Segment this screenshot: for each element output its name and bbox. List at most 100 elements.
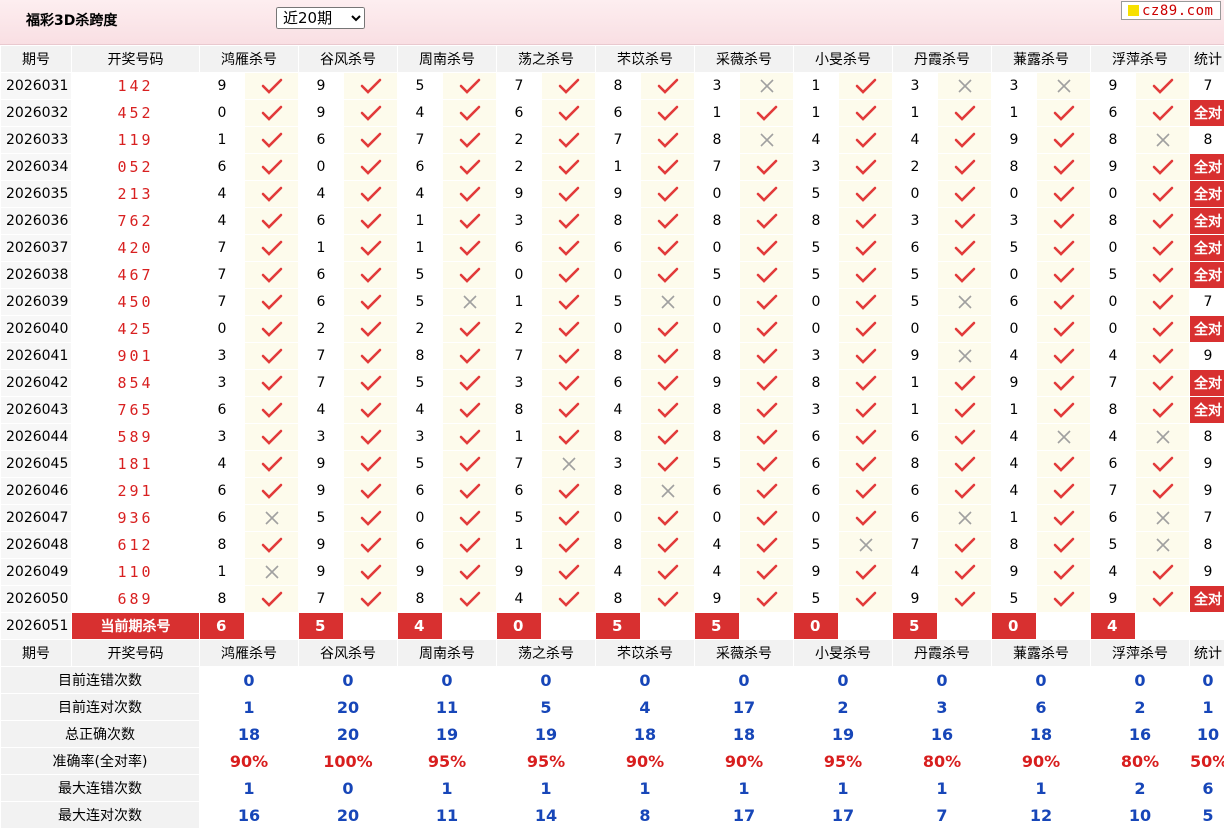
result-mark bbox=[245, 154, 298, 180]
check-icon bbox=[855, 186, 876, 202]
current-blank bbox=[938, 613, 991, 639]
kill-number: 9 bbox=[1091, 154, 1135, 180]
stat-cell: 9 bbox=[1190, 343, 1224, 369]
kill-number: 3 bbox=[398, 424, 442, 450]
result-mark bbox=[344, 451, 397, 477]
check-icon bbox=[1152, 456, 1173, 472]
stat-cell: 8 bbox=[1190, 424, 1224, 450]
check-icon bbox=[855, 591, 876, 607]
result-mark bbox=[1037, 100, 1090, 126]
cross-icon bbox=[561, 457, 576, 471]
kill-number: 4 bbox=[893, 127, 937, 153]
summary-value: 6 bbox=[992, 694, 1090, 720]
check-icon bbox=[756, 105, 777, 121]
kill-number: 7 bbox=[893, 532, 937, 558]
check-icon bbox=[855, 105, 876, 121]
kill-number: 9 bbox=[992, 127, 1036, 153]
check-icon bbox=[558, 537, 579, 553]
summary-value: 10 bbox=[1091, 802, 1189, 828]
summary-value: 20 bbox=[299, 802, 397, 828]
result-mark bbox=[938, 208, 991, 234]
kill-number: 8 bbox=[695, 208, 739, 234]
summary-value: 0 bbox=[1091, 667, 1189, 693]
result-mark bbox=[443, 73, 496, 99]
check-icon bbox=[261, 402, 282, 418]
kill-number: 6 bbox=[893, 505, 937, 531]
kill-number: 6 bbox=[596, 235, 640, 261]
column-header: 浮萍杀号 bbox=[1091, 46, 1189, 72]
kill-number: 3 bbox=[200, 343, 244, 369]
column-header: 丹霞杀号 bbox=[893, 640, 991, 666]
kill-number: 0 bbox=[794, 289, 838, 315]
check-icon bbox=[360, 267, 381, 283]
result-mark bbox=[1037, 478, 1090, 504]
check-icon bbox=[558, 240, 579, 256]
kill-number: 2 bbox=[497, 127, 541, 153]
result-mark bbox=[245, 127, 298, 153]
kill-number: 4 bbox=[992, 343, 1036, 369]
column-header: 期号 bbox=[1, 640, 71, 666]
result-mark bbox=[443, 316, 496, 342]
period-select[interactable]: 近20期 bbox=[276, 7, 365, 29]
check-icon bbox=[1053, 267, 1074, 283]
result-mark bbox=[344, 289, 397, 315]
check-icon bbox=[360, 186, 381, 202]
result-mark bbox=[839, 451, 892, 477]
check-icon bbox=[360, 510, 381, 526]
kill-number: 4 bbox=[299, 181, 343, 207]
check-icon bbox=[657, 537, 678, 553]
current-blank bbox=[245, 613, 298, 639]
check-icon bbox=[1053, 132, 1074, 148]
summary-label: 最大连对次数 bbox=[1, 802, 199, 828]
kill-number: 4 bbox=[200, 208, 244, 234]
kill-number: 0 bbox=[200, 316, 244, 342]
check-icon bbox=[756, 375, 777, 391]
table-row: 2026044 589 3 3 3 1 8 8 6 6 4 4 8 bbox=[1, 424, 1224, 450]
result-mark bbox=[245, 208, 298, 234]
result-mark bbox=[839, 559, 892, 585]
summary-row: 目前连对次数 1 20 11 5 4 17 2 3 6 2 1 bbox=[1, 694, 1224, 720]
summary-value: 11 bbox=[398, 802, 496, 828]
check-icon bbox=[756, 537, 777, 553]
result-mark bbox=[641, 100, 694, 126]
kill-number: 1 bbox=[497, 289, 541, 315]
kill-number: 2 bbox=[398, 316, 442, 342]
result-mark bbox=[938, 397, 991, 423]
top-bar: 福彩3D杀跨度 近20期 cz89.com bbox=[0, 0, 1224, 45]
current-kill-row: 2026051 当前期杀号 6 5 4 0 5 5 0 5 0 4 bbox=[1, 613, 1224, 639]
draw-number: 854 bbox=[72, 370, 199, 396]
kill-number: 4 bbox=[1091, 343, 1135, 369]
check-icon bbox=[1053, 321, 1074, 337]
kill-number: 0 bbox=[596, 505, 640, 531]
result-mark bbox=[641, 127, 694, 153]
result-mark bbox=[641, 262, 694, 288]
result-mark bbox=[740, 208, 793, 234]
result-mark bbox=[344, 100, 397, 126]
current-kill-number: 4 bbox=[1091, 613, 1135, 639]
result-mark bbox=[443, 181, 496, 207]
kill-number: 4 bbox=[200, 451, 244, 477]
check-icon bbox=[657, 402, 678, 418]
result-mark bbox=[839, 370, 892, 396]
kill-number: 2 bbox=[497, 316, 541, 342]
result-mark bbox=[1037, 532, 1090, 558]
check-icon bbox=[558, 132, 579, 148]
summary-label: 最大连错次数 bbox=[1, 775, 199, 801]
result-mark bbox=[542, 316, 595, 342]
result-mark bbox=[641, 316, 694, 342]
result-mark bbox=[1136, 343, 1189, 369]
result-mark bbox=[542, 235, 595, 261]
check-icon bbox=[954, 240, 975, 256]
result-mark bbox=[245, 478, 298, 504]
kill-number: 9 bbox=[596, 181, 640, 207]
check-icon bbox=[657, 267, 678, 283]
result-mark bbox=[443, 478, 496, 504]
site-logo[interactable]: cz89.com bbox=[1121, 1, 1221, 20]
check-icon bbox=[261, 240, 282, 256]
current-blank bbox=[740, 613, 793, 639]
result-mark bbox=[1136, 532, 1189, 558]
check-icon bbox=[1053, 213, 1074, 229]
kill-number: 5 bbox=[398, 262, 442, 288]
result-mark bbox=[344, 208, 397, 234]
stat-cell: 全对 bbox=[1190, 181, 1224, 207]
